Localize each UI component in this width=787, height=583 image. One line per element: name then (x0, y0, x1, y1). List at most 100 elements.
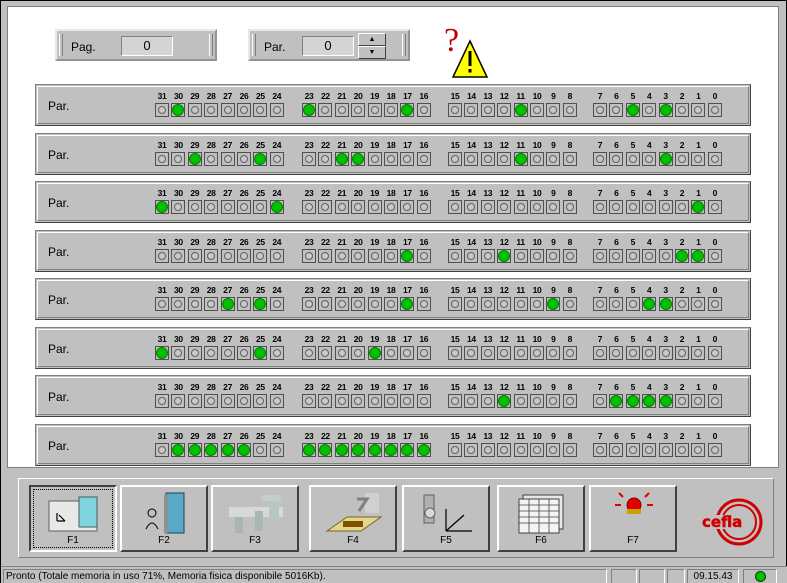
bit-number: 7 (597, 236, 603, 247)
led-dot (403, 203, 412, 211)
bit-led-on (416, 442, 431, 457)
bit-number: 6 (614, 382, 619, 392)
function-key-label: F3 (249, 535, 261, 546)
bit-led-off (480, 297, 495, 311)
bit-number: 4 (646, 285, 652, 295)
status-bar: Pronto (Totale memoria in uso 71%, Memor… (1, 566, 787, 583)
bit-number: 11 (516, 430, 525, 441)
led-dot (565, 348, 574, 357)
bit-led-off (334, 248, 349, 263)
led-dot (272, 154, 281, 163)
bit-number: 30 (173, 139, 183, 150)
led-dot (710, 106, 719, 114)
bit-led-off (546, 345, 561, 360)
bit-led-off (513, 248, 528, 263)
bit-led-off (171, 248, 186, 263)
led-dot (207, 106, 216, 114)
function-key-f7[interactable]: F7 (589, 485, 677, 552)
bit-led-off (530, 103, 544, 117)
svg-text:?: ? (444, 22, 459, 59)
bit-number: 16 (419, 285, 429, 295)
bit-number: 3 (663, 285, 668, 295)
bit-led-off (546, 248, 561, 263)
bit-led-off (400, 394, 415, 408)
led-dot (188, 152, 201, 165)
status-message: Pronto (Totale memoria in uso 71%, Memor… (3, 569, 607, 583)
bit-led-off (609, 200, 624, 214)
bit-led-off (237, 394, 251, 408)
bit-number: 12 (499, 333, 509, 344)
function-key-f6[interactable]: F6 (497, 485, 585, 552)
bit-led-off (318, 394, 333, 408)
function-key-f5[interactable]: F5 (402, 485, 490, 552)
function-key-f3[interactable]: F3 (211, 485, 299, 552)
bit-led-off (351, 345, 366, 360)
bit-led-off (448, 200, 462, 214)
page-value-field[interactable]: 0 (121, 36, 173, 56)
led-dot (661, 348, 670, 357)
led-dot (549, 397, 558, 405)
bit-number: 16 (419, 188, 429, 198)
spin-up-button[interactable]: ▲ (358, 33, 386, 46)
bit-led-on (269, 200, 284, 214)
led-dot (188, 443, 201, 456)
led-dot (678, 203, 686, 211)
bit-number: 11 (516, 91, 525, 101)
bit-number: 28 (206, 236, 216, 247)
function-key-f1[interactable]: F1 (29, 485, 117, 552)
bit-led-on (691, 200, 706, 214)
bit-number: 24 (272, 382, 282, 392)
bit-led-off (237, 151, 251, 166)
bit-led-off (675, 103, 689, 117)
led-dot (190, 397, 199, 405)
led-dot (596, 445, 604, 454)
bit-number: 20 (353, 91, 363, 101)
main-panel: Pag. 0 Par. 0 ▲ ▼ ? Par. 31 30 29 28 27 26 25 24… (7, 6, 779, 468)
box-edge (402, 34, 406, 56)
bit-led-off (253, 248, 268, 263)
bit-led-on (384, 442, 398, 457)
function-key-f2[interactable]: F2 (120, 485, 208, 552)
led-dot (370, 251, 379, 260)
led-dot (207, 300, 216, 308)
bit-number: 26 (239, 430, 249, 441)
bit-number: 15 (450, 382, 460, 392)
led-dot (368, 443, 381, 456)
bit-number: 11 (516, 285, 525, 295)
bit-led-off (675, 442, 689, 457)
bit-led-off (609, 442, 624, 457)
bit-led-off (546, 103, 561, 117)
bit-led-on (658, 297, 673, 311)
bit-number: 19 (370, 382, 380, 392)
bit-number: 1 (696, 188, 701, 198)
bit-led-off (171, 151, 186, 166)
led-dot (626, 395, 639, 407)
bit-led-on (497, 248, 512, 263)
bit-led-off (302, 297, 316, 311)
led-dot (254, 152, 267, 165)
bit-number: 3 (663, 91, 668, 101)
page-label: Pag. (71, 40, 96, 54)
led-dot (645, 203, 654, 211)
bit-number: 22 (320, 430, 330, 441)
bit-number: 19 (370, 430, 380, 441)
led-dot (645, 348, 654, 357)
question-warning-icon[interactable]: ? (440, 21, 488, 79)
bit-number: 20 (353, 236, 363, 247)
led-dot (223, 348, 232, 357)
function-key-f4[interactable]: F4 (309, 485, 397, 552)
bit-number: 30 (173, 430, 183, 441)
led-dot (174, 203, 183, 211)
bit-number: 10 (532, 236, 542, 247)
bit-number: 12 (499, 285, 509, 295)
led-dot (337, 106, 346, 114)
spin-down-button[interactable]: ▼ (358, 46, 386, 59)
led-dot (694, 300, 703, 308)
parameter-value-field[interactable]: 0 (302, 36, 354, 56)
led-dot (354, 300, 363, 308)
bit-led-off (334, 394, 349, 408)
led-dot (467, 397, 476, 405)
bit-led-off (416, 103, 431, 117)
bit-number: 31 (157, 430, 167, 441)
bit-number: 22 (320, 91, 330, 101)
